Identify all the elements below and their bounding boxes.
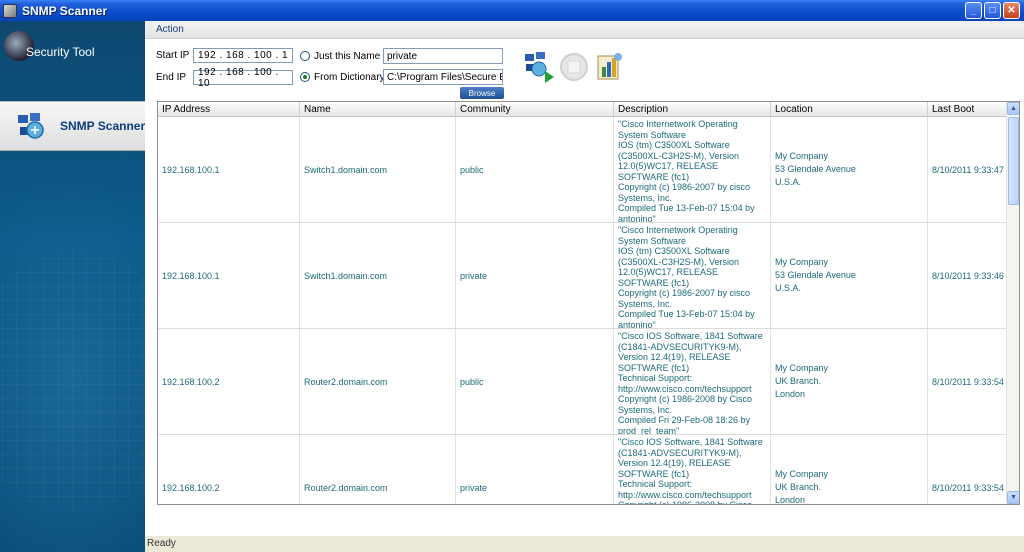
stop-icon[interactable]: [559, 52, 589, 82]
scrollbar-thumb[interactable]: [1008, 117, 1019, 205]
cell-community: public: [456, 117, 614, 222]
sidebar-item-snmp-scanner[interactable]: SNMP Scanner: [0, 101, 145, 151]
cell-location: My Company UK Branch. London: [771, 329, 928, 434]
cell-description: "Cisco Internetwork Operating System Sof…: [614, 117, 771, 222]
cell-last-boot: 8/10/2011 9:33:54: [932, 376, 1004, 387]
cell-name: Router2.domain.com: [300, 435, 456, 504]
table-row[interactable]: 192.168.100.1 Switch1.domain.com public …: [158, 117, 1008, 223]
cell-last-boot: 8/10/2011 9:33:47: [932, 164, 1004, 175]
close-button[interactable]: ✕: [1003, 2, 1020, 19]
end-ip-input[interactable]: 192 . 168 . 100 . 10: [193, 67, 293, 89]
cell-ip-address: 192.168.100.1: [158, 223, 300, 328]
column-header-community[interactable]: Community: [456, 102, 614, 117]
cell-ip-address: 192.168.100.2: [158, 329, 300, 434]
cell-description: "Cisco IOS Software, 1841 Software (C184…: [614, 329, 771, 434]
title-bar: SNMP Scanner _ □ ✕: [0, 0, 1024, 21]
cell-last-boot: 8/10/2011 9:33:54: [932, 482, 1004, 493]
column-header-last-boot[interactable]: Last Boot: [928, 102, 1008, 117]
cell-name: Switch1.domain.com: [300, 117, 456, 222]
table-row[interactable]: 192.168.100.2 Router2.domain.com private…: [158, 435, 1008, 504]
cell-name: Switch1.domain.com: [300, 223, 456, 328]
start-ip-input[interactable]: 192 . 168 . 100 . 1: [193, 48, 293, 63]
sidebar-item-label: SNMP Scanner: [60, 119, 145, 133]
cell-name: Router2.domain.com: [300, 329, 456, 434]
end-ip-label: End IP: [156, 72, 187, 83]
cell-location: My Company 53 Glendale Avenue U.S.A.: [771, 223, 928, 328]
window-controls: _ □ ✕: [965, 2, 1020, 19]
cell-description: "Cisco IOS Software, 1841 Software (C184…: [614, 435, 771, 504]
results-table: IP Address Name Community Description Lo…: [157, 101, 1020, 505]
cell-last-boot: 8/10/2011 9:33:46: [932, 270, 1004, 281]
cell-description: "Cisco Internetwork Operating System Sof…: [614, 223, 771, 328]
table-row[interactable]: 192.168.100.2 Router2.domain.com public …: [158, 329, 1008, 435]
cell-ip-address: 192.168.100.2: [158, 435, 300, 504]
brand: Security Tool: [0, 29, 145, 79]
network-scan-icon: [16, 111, 46, 141]
community-name-input[interactable]: private: [383, 48, 503, 64]
brand-label: Security Tool: [26, 45, 95, 59]
action-menu-bar: Action: [145, 21, 1024, 39]
cell-community: private: [456, 435, 614, 504]
action-menu[interactable]: Action: [156, 24, 184, 35]
window-title: SNMP Scanner: [22, 3, 108, 18]
sidebar: Security Tool SNMP Scanner: [0, 21, 145, 552]
table-header: IP Address Name Community Description Lo…: [158, 102, 1008, 117]
cell-community: private: [456, 223, 614, 328]
table-body: 192.168.100.1 Switch1.domain.com public …: [158, 117, 1008, 504]
column-header-description[interactable]: Description: [614, 102, 771, 117]
cell-community: public: [456, 329, 614, 434]
cell-ip-address: 192.168.100.1: [158, 117, 300, 222]
column-header-location[interactable]: Location: [771, 102, 928, 117]
minimize-button[interactable]: _: [965, 2, 982, 19]
maximize-button[interactable]: □: [984, 2, 1001, 19]
browse-button[interactable]: Browse: [460, 87, 504, 99]
status-bar: Ready: [145, 536, 1024, 552]
report-icon[interactable]: [595, 51, 625, 81]
column-header-name[interactable]: Name: [300, 102, 456, 117]
table-row[interactable]: 192.168.100.1 Switch1.domain.com private…: [158, 223, 1008, 329]
from-dictionary-radio[interactable]: [300, 72, 310, 82]
from-dictionary-label: From Dictionary: [314, 72, 385, 83]
app-icon: [3, 3, 17, 18]
status-text: Ready: [147, 538, 176, 549]
start-scan-icon[interactable]: [523, 51, 554, 83]
scroll-up-arrow-icon[interactable]: ▲: [1007, 102, 1019, 115]
scroll-down-arrow-icon[interactable]: ▼: [1007, 491, 1019, 504]
just-this-name-radio[interactable]: [300, 51, 310, 61]
cell-location: My Company UK Branch. London: [771, 435, 928, 504]
dictionary-path-input[interactable]: C:\Program Files\Secure Byte: [383, 69, 503, 85]
vertical-scrollbar[interactable]: ▲ ▼: [1006, 102, 1019, 504]
start-ip-label: Start IP: [156, 50, 190, 61]
cell-location: My Company 53 Glendale Avenue U.S.A.: [771, 117, 928, 222]
column-header-ip-address[interactable]: IP Address: [158, 102, 300, 117]
just-this-name-label: Just this Name: [314, 51, 381, 62]
main-panel: Action Start IP 192 . 168 . 100 . 1 End …: [145, 21, 1024, 552]
